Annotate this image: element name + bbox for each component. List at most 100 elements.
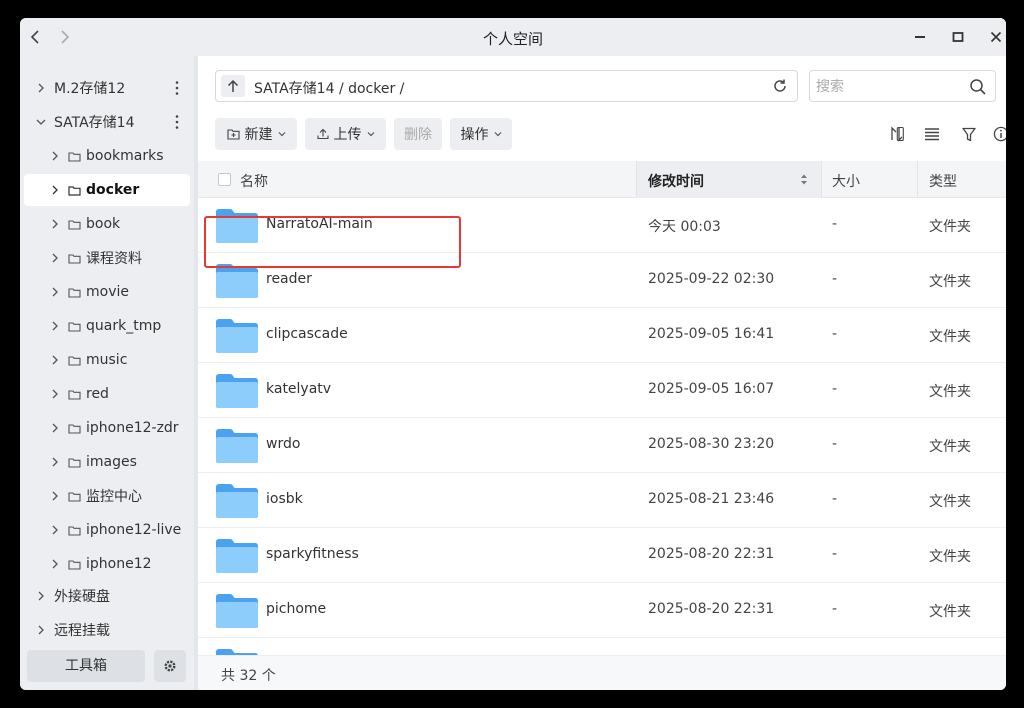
column-header-mtime[interactable]: 修改时间 bbox=[648, 171, 704, 191]
sidebar-item-label: iphone12-live bbox=[86, 522, 182, 538]
file-size: - bbox=[832, 601, 838, 617]
sidebar-item-iphone12-live[interactable]: iphone12-live bbox=[24, 514, 190, 546]
select-all-checkbox[interactable] bbox=[218, 173, 231, 186]
table-row[interactable]: katelyatv 2025-09-05 16:07 - 文件夹 bbox=[198, 363, 1006, 418]
chevron-right-icon[interactable] bbox=[50, 151, 60, 161]
search-icon[interactable] bbox=[969, 78, 987, 96]
delete-button[interactable]: 删除 bbox=[394, 118, 442, 150]
sidebar-item-m2-storage[interactable]: M.2存储12 bbox=[24, 72, 190, 104]
main-panel: SATA存储14 / docker / 新建 上传 删除 bbox=[198, 56, 1006, 690]
more-vertical-icon[interactable] bbox=[174, 80, 180, 96]
chevron-right-icon[interactable] bbox=[50, 321, 60, 331]
file-name[interactable]: clipcascade bbox=[266, 326, 348, 342]
sidebar-item-iphone12-zdr[interactable]: iphone12-zdr bbox=[24, 412, 190, 444]
modified-time: 2025-09-05 16:41 bbox=[648, 326, 775, 342]
file-name[interactable]: wrdo bbox=[266, 436, 300, 452]
table-row[interactable]: clipcascade 2025-09-05 16:41 - 文件夹 bbox=[198, 308, 1006, 363]
sidebar-item-book[interactable]: book bbox=[24, 208, 190, 240]
modified-time: 2025-09-22 02:30 bbox=[648, 271, 775, 287]
file-type: 文件夹 bbox=[929, 439, 971, 455]
sidebar-item-quark-tmp[interactable]: quark_tmp bbox=[24, 310, 190, 342]
file-name[interactable]: reader bbox=[266, 271, 312, 287]
sort-icon bbox=[891, 126, 904, 142]
sidebar-item-label: 远程挂载 bbox=[54, 623, 110, 639]
table-row[interactable] bbox=[198, 638, 1006, 655]
chevron-right-icon[interactable] bbox=[36, 591, 46, 601]
sidebar-item-docker[interactable]: docker bbox=[24, 174, 190, 206]
table-row[interactable]: reader 2025-09-22 02:30 - 文件夹 bbox=[198, 253, 1006, 308]
close-button[interactable] bbox=[984, 26, 1006, 48]
chevron-right-icon[interactable] bbox=[36, 83, 46, 93]
search-box[interactable] bbox=[809, 70, 996, 102]
chevron-right-icon[interactable] bbox=[50, 525, 60, 535]
column-divider[interactable] bbox=[821, 161, 822, 198]
file-name[interactable]: sparkyfitness bbox=[266, 546, 359, 562]
sidebar-item-label: iphone12 bbox=[86, 556, 152, 572]
chevron-down-icon bbox=[278, 132, 285, 137]
sidebar-item-remote-mount[interactable]: 远程挂载 bbox=[24, 614, 190, 646]
column-header-size[interactable]: 大小 bbox=[832, 171, 860, 191]
chevron-right-icon[interactable] bbox=[50, 423, 60, 433]
sidebar-item-label: 监控中心 bbox=[86, 489, 142, 505]
column-divider[interactable] bbox=[917, 161, 918, 198]
folder-icon bbox=[216, 319, 258, 353]
minimize-icon bbox=[915, 36, 925, 38]
sidebar-item-red[interactable]: red bbox=[24, 378, 190, 410]
file-name[interactable]: NarratoAI-main bbox=[266, 216, 373, 232]
list-view-button[interactable] bbox=[922, 124, 942, 144]
file-name[interactable]: katelyatv bbox=[266, 381, 331, 397]
sidebar-item-course-materials[interactable]: 课程资料 bbox=[24, 242, 190, 274]
chevron-right-icon[interactable] bbox=[36, 625, 46, 635]
column-header-name[interactable]: 名称 bbox=[240, 171, 268, 191]
file-type: 文件夹 bbox=[929, 494, 971, 510]
sort-order-button[interactable] bbox=[887, 124, 907, 144]
file-name[interactable]: iosbk bbox=[266, 491, 303, 507]
more-vertical-icon[interactable] bbox=[174, 114, 180, 130]
sidebar-item-iphone12[interactable]: iphone12 bbox=[24, 548, 190, 580]
close-icon bbox=[990, 31, 1002, 43]
table-row[interactable]: sparkyfitness 2025-08-20 22:31 - 文件夹 bbox=[198, 528, 1006, 583]
actions-button[interactable]: 操作 bbox=[450, 118, 512, 150]
info-button[interactable] bbox=[991, 124, 1006, 144]
sort-arrows-icon[interactable] bbox=[800, 173, 808, 186]
chevron-right-icon[interactable] bbox=[50, 389, 60, 399]
toolbox-button[interactable]: 工具箱 bbox=[27, 650, 145, 682]
sidebar-item-images[interactable]: images bbox=[24, 446, 190, 478]
settings-button[interactable] bbox=[154, 650, 186, 682]
breadcrumb[interactable]: SATA存储14 / docker / bbox=[254, 78, 404, 98]
upload-button[interactable]: 上传 bbox=[305, 118, 386, 150]
chevron-right-icon[interactable] bbox=[50, 457, 60, 467]
chevron-right-icon[interactable] bbox=[50, 491, 60, 501]
sidebar-item-movie[interactable]: movie bbox=[24, 276, 190, 308]
filter-button[interactable] bbox=[959, 124, 979, 144]
table-row[interactable]: wrdo 2025-08-30 23:20 - 文件夹 bbox=[198, 418, 1006, 473]
parent-directory-button[interactable] bbox=[221, 75, 245, 97]
window-title: 个人空间 bbox=[482, 30, 543, 48]
sidebar-item-music[interactable]: music bbox=[24, 344, 190, 376]
status-bar: 共 32 个 bbox=[198, 655, 1006, 690]
chevron-right-icon[interactable] bbox=[50, 355, 60, 365]
chevron-right-icon[interactable] bbox=[50, 185, 60, 195]
new-button[interactable]: 新建 bbox=[215, 118, 297, 150]
file-size: - bbox=[832, 326, 838, 342]
chevron-down-icon[interactable] bbox=[36, 117, 46, 127]
search-input[interactable] bbox=[816, 77, 956, 97]
sidebar-item-external-drive[interactable]: 外接硬盘 bbox=[24, 580, 190, 612]
refresh-icon[interactable] bbox=[771, 77, 789, 95]
chevron-right-icon[interactable] bbox=[50, 559, 60, 569]
file-name[interactable]: pichome bbox=[266, 601, 326, 617]
path-bar[interactable]: SATA存储14 / docker / bbox=[215, 70, 798, 102]
sidebar-item-monitoring-center[interactable]: 监控中心 bbox=[24, 480, 190, 512]
chevron-right-icon[interactable] bbox=[50, 287, 60, 297]
table-row[interactable]: iosbk 2025-08-21 23:46 - 文件夹 bbox=[198, 473, 1006, 528]
maximize-button[interactable] bbox=[946, 26, 970, 48]
table-row[interactable]: NarratoAI-main 今天 00:03 - 文件夹 bbox=[198, 198, 1006, 253]
minimize-button[interactable] bbox=[908, 26, 932, 48]
new-button-label: 新建 bbox=[244, 127, 273, 143]
sidebar-item-sata-storage[interactable]: SATA存储14 bbox=[24, 106, 190, 138]
chevron-right-icon[interactable] bbox=[50, 253, 60, 263]
sidebar-item-bookmarks[interactable]: bookmarks bbox=[24, 140, 190, 172]
table-row[interactable]: pichome 2025-08-20 22:31 - 文件夹 bbox=[198, 583, 1006, 638]
column-header-type[interactable]: 类型 bbox=[929, 171, 957, 191]
chevron-right-icon[interactable] bbox=[50, 219, 60, 229]
